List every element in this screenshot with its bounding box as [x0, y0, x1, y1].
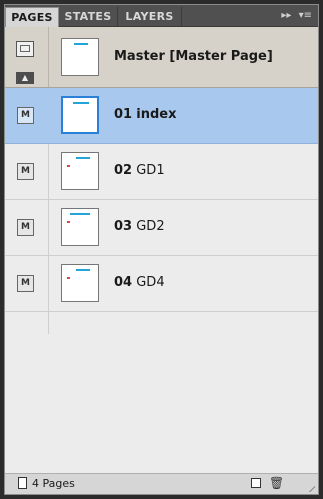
- thumbnail-header-mark: [76, 157, 90, 159]
- master-link-icon: M: [17, 219, 34, 236]
- page-label: 02 GD1: [114, 163, 165, 178]
- collapse-arrow-icon[interactable]: ▲: [16, 72, 34, 84]
- page-thumbnail[interactable]: [61, 96, 99, 134]
- page-list: M 01 index M 02 GD1 M 03 GD2 M 04 GD4: [5, 88, 318, 475]
- panel-menu-icon[interactable]: ▾≡: [299, 8, 312, 23]
- panel-footer: 4 Pages 🗑: [5, 473, 318, 494]
- page-row-03[interactable]: M 03 GD2: [5, 200, 318, 256]
- page-label: 01 index: [114, 107, 177, 122]
- page-row-04[interactable]: M 04 GD4: [5, 256, 318, 312]
- page-thumbnail[interactable]: [61, 152, 99, 190]
- page-thumbnail[interactable]: [61, 264, 99, 302]
- thumbnail-content-mark: [67, 277, 70, 279]
- collapse-panel-icon[interactable]: ▸▸: [281, 8, 291, 23]
- page-count: 4 Pages: [32, 477, 75, 490]
- thumbnail-header-mark: [74, 43, 88, 45]
- master-page-icon: [16, 41, 34, 57]
- master-link-icon: M: [17, 275, 34, 292]
- page-thumbnail[interactable]: [61, 208, 99, 246]
- tab-pages[interactable]: PAGES: [5, 7, 59, 27]
- new-page-icon[interactable]: [251, 478, 261, 488]
- page-label: 04 GD4: [114, 275, 165, 290]
- tab-layers[interactable]: LAYERS: [118, 7, 182, 26]
- thumbnail-content-mark: [67, 221, 70, 223]
- master-link-icon: M: [17, 107, 34, 124]
- page-label: 03 GD2: [114, 219, 165, 234]
- page-icon: [18, 477, 27, 489]
- page-row-01[interactable]: M 01 index: [5, 88, 318, 144]
- thumbnail-header-mark: [76, 269, 90, 271]
- column-divider: [48, 27, 49, 87]
- page-row-02[interactable]: M 02 GD1: [5, 144, 318, 200]
- pages-panel: PAGES STATES LAYERS ▸▸ ▾≡ ▲ Master [Mast…: [4, 4, 319, 495]
- master-link-icon: M: [17, 163, 34, 180]
- tab-states[interactable]: STATES: [59, 7, 118, 26]
- master-page-row[interactable]: ▲ Master [Master Page]: [5, 27, 318, 88]
- thumbnail-content-mark: [67, 165, 70, 167]
- master-page-label: Master [Master Page]: [114, 49, 273, 64]
- thumbnail-header-mark: [70, 213, 90, 215]
- panel-tab-bar: PAGES STATES LAYERS ▸▸ ▾≡: [5, 5, 318, 27]
- resize-grip-icon[interactable]: [307, 484, 315, 492]
- trash-icon[interactable]: 🗑: [269, 476, 284, 490]
- thumbnail-header-mark: [73, 102, 89, 104]
- panel-menu[interactable]: ▸▸ ▾≡: [277, 8, 312, 23]
- master-thumbnail[interactable]: [61, 38, 99, 76]
